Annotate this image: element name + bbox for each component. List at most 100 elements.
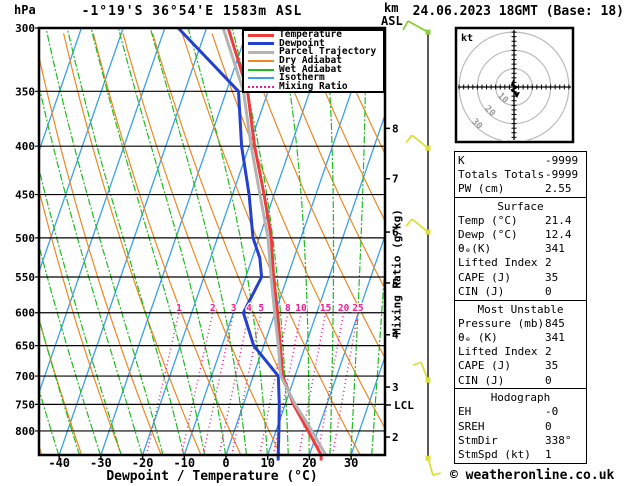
stat-value: 341 xyxy=(545,330,565,344)
altitude-axis-unit-asl: ASL xyxy=(381,14,403,28)
svg-text:350: 350 xyxy=(15,85,35,98)
copyright: © weatheronline.co.uk xyxy=(450,468,615,483)
hodograph: 102030kt xyxy=(454,26,575,144)
stat-value: -0 xyxy=(545,405,559,419)
table-most-unstable-title: Most Unstable xyxy=(477,302,564,316)
table-most-unstable: Most Unstable Pressure (mb) 845 θₑ (K) 341 Li… xyxy=(454,299,587,390)
stat-row: θₑ (K) 341 xyxy=(458,331,583,345)
stat-label: CIN (J) xyxy=(458,373,505,387)
stat-value: 0 xyxy=(545,373,552,387)
svg-text:10: 10 xyxy=(260,456,274,470)
stat-label: Lifted Index xyxy=(458,256,538,270)
stat-label: SREH xyxy=(458,419,485,433)
legend-line-sample xyxy=(248,59,274,62)
svg-text:-10: -10 xyxy=(173,456,195,470)
stat-value: 0 xyxy=(545,419,552,433)
stat-label: EH xyxy=(458,405,472,419)
stat-label: CIN (J) xyxy=(458,284,505,298)
svg-text:7: 7 xyxy=(392,173,399,186)
stat-row: θₑ(K) 341 xyxy=(458,242,583,256)
svg-text:LCL: LCL xyxy=(394,399,414,412)
stat-value: 12.4 xyxy=(545,228,572,242)
stat-label: StmSpd (kt) xyxy=(458,448,531,462)
stat-row: Totals Totals -9999 xyxy=(458,168,583,182)
stat-value: 2 xyxy=(545,345,552,359)
stat-row: CIN (J) 0 xyxy=(458,374,583,388)
svg-text:700: 700 xyxy=(15,370,35,383)
stat-row: EH -0 xyxy=(458,405,583,419)
svg-text:5: 5 xyxy=(258,303,264,314)
pressure-axis-unit: hPa xyxy=(14,3,36,17)
stat-value: 21.4 xyxy=(545,213,572,227)
x-axis-title: Dewpoint / Temperature (°C) xyxy=(106,469,318,484)
stat-label: Pressure (mb) xyxy=(458,316,545,330)
legend-label: Mixing Ratio xyxy=(279,80,348,92)
stat-label: Temp (°C) xyxy=(458,213,518,227)
svg-text:-30: -30 xyxy=(90,456,112,470)
legend-line-sample xyxy=(248,85,274,88)
legend-line-sample xyxy=(248,42,274,46)
stat-value: 1 xyxy=(545,448,552,462)
stat-row: Lifted Index 2 xyxy=(458,345,583,359)
stat-row: CIN (J) 0 xyxy=(458,285,583,299)
stat-value: 338° xyxy=(545,433,572,447)
stat-row: Dewp (°C) 12.4 xyxy=(458,228,583,242)
stat-value: 35 xyxy=(545,270,559,284)
svg-text:750: 750 xyxy=(15,398,35,411)
svg-text:300: 300 xyxy=(15,22,35,35)
stat-value: -9999 xyxy=(545,167,579,181)
svg-text:600: 600 xyxy=(15,307,35,320)
svg-text:kt: kt xyxy=(461,33,473,44)
svg-text:3: 3 xyxy=(392,381,399,394)
svg-text:10: 10 xyxy=(295,303,307,314)
stat-label: θₑ(K) xyxy=(458,242,492,256)
svg-text:8: 8 xyxy=(285,303,291,314)
svg-text:800: 800 xyxy=(15,425,35,438)
stat-value: 2.55 xyxy=(545,181,572,195)
stat-label: Totals Totals xyxy=(458,167,545,181)
stat-label: CAPE (J) xyxy=(458,359,511,373)
svg-text:8: 8 xyxy=(392,122,399,135)
svg-text:650: 650 xyxy=(15,340,35,353)
svg-text:2: 2 xyxy=(210,303,216,314)
stat-label: K xyxy=(458,153,465,167)
mixing-ratio-axis-title: Mixing Ratio (g/kg) xyxy=(390,209,404,335)
stats-panel: K -9999 Totals Totals -9999 PW (cm) 2.55 Surfa… xyxy=(454,150,587,465)
table-surface: Surface Temp (°C) 21.4 Dewp (°C) 12.4 θₑ(K) 34… xyxy=(454,196,587,302)
svg-text:3: 3 xyxy=(231,303,237,314)
datetime-label: 24.06.2023 18GMT (Base: 18) xyxy=(412,4,624,19)
svg-text:400: 400 xyxy=(15,140,35,153)
stat-label: θₑ (K) xyxy=(458,330,498,344)
legend-line-sample xyxy=(248,77,274,80)
stat-row: StmDir 338° xyxy=(458,434,583,448)
legend-item: Mixing Ratio xyxy=(248,80,383,92)
stat-label: Lifted Index xyxy=(458,345,538,359)
altitude-axis-unit-km: km xyxy=(384,1,399,15)
svg-text:500: 500 xyxy=(15,232,35,245)
stat-row: CAPE (J) 35 xyxy=(458,271,583,285)
stat-label: CAPE (J) xyxy=(458,270,511,284)
legend-line-sample xyxy=(248,33,274,37)
svg-text:-40: -40 xyxy=(48,456,70,470)
stat-label: StmDir xyxy=(458,433,498,447)
stat-row: PW (cm) 2.55 xyxy=(458,182,583,196)
stat-row: CAPE (J) 35 xyxy=(458,359,583,373)
stat-row: K -9999 xyxy=(458,154,583,168)
svg-text:30: 30 xyxy=(344,456,358,470)
svg-text:450: 450 xyxy=(15,189,35,202)
stat-row: Lifted Index 2 xyxy=(458,256,583,270)
table-surface-title: Surface xyxy=(497,199,544,213)
stat-label: Dewp (°C) xyxy=(458,228,518,242)
stat-row: Pressure (mb) 845 xyxy=(458,317,583,331)
stat-row: SREH 0 xyxy=(458,420,583,434)
chart-title: -1°19'S 36°54'E 1583m ASL xyxy=(81,4,303,19)
table-hodograph-title: Hodograph xyxy=(490,391,551,405)
svg-text:15: 15 xyxy=(320,303,332,314)
legend-line-sample xyxy=(248,50,274,54)
stat-value: -9999 xyxy=(545,153,579,167)
svg-text:20: 20 xyxy=(338,303,350,314)
stat-row: Temp (°C) 21.4 xyxy=(458,214,583,228)
table-indices: K -9999 Totals Totals -9999 PW (cm) 2.55 xyxy=(454,150,587,199)
svg-text:-20: -20 xyxy=(132,456,154,470)
svg-text:2: 2 xyxy=(392,431,399,444)
